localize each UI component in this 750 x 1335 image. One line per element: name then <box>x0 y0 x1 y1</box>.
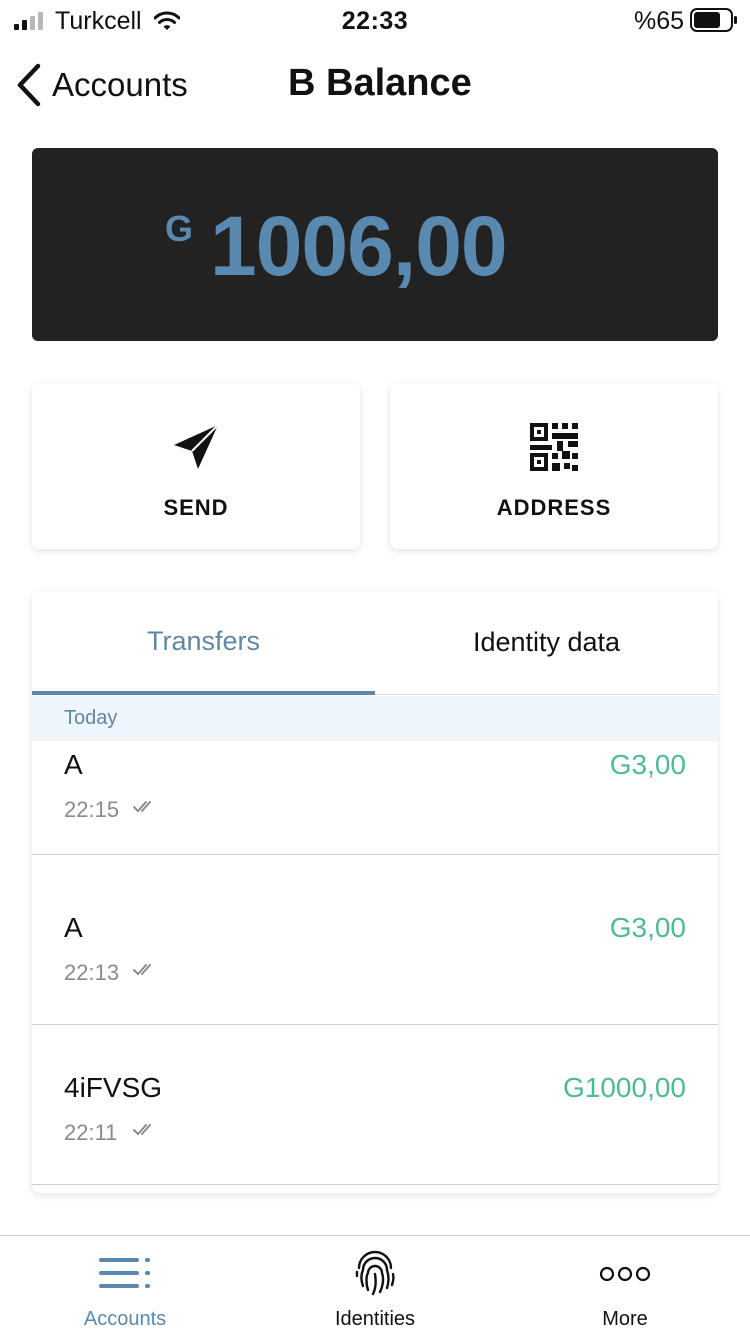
double-check-icon <box>133 964 151 976</box>
transfers-panel: Transfers Identity data Today A 22:15 G3… <box>32 591 718 1193</box>
address-label: ADDRESS <box>496 495 612 520</box>
battery-icon <box>690 8 737 32</box>
transaction-time: 22:13 <box>64 960 120 985</box>
section-header-label: Today <box>64 707 118 729</box>
balance-amount: 1006,00 <box>210 199 508 293</box>
transaction-name: 4iFVSG <box>64 1072 163 1103</box>
list-icon <box>99 1258 150 1288</box>
transaction-name: A <box>64 749 83 780</box>
tab-identity-data-label: Identity data <box>472 627 621 657</box>
bottom-tab-bar: Accounts Identities More <box>0 1235 750 1335</box>
tabbar-label-accounts: Accounts <box>83 1308 167 1330</box>
status-bar: Turkcell 22:33 %65 <box>0 0 750 42</box>
tab-transfers-label: Transfers <box>146 625 261 656</box>
currency-symbol: G <box>165 208 194 249</box>
tab-transfers[interactable]: Transfers <box>32 591 375 695</box>
transaction-row[interactable]: A 22:15 G3,00 <box>32 741 718 855</box>
transaction-time: 22:11 <box>64 1120 118 1145</box>
tabbar-item-accounts[interactable]: Accounts <box>0 1236 250 1335</box>
chevron-left-icon <box>17 63 41 107</box>
back-label: Accounts <box>52 66 188 103</box>
fingerprint-icon <box>355 1250 395 1296</box>
battery-percent: %65 <box>634 7 685 35</box>
transaction-name: A <box>64 912 83 943</box>
transaction-amount: G3,00 <box>609 749 686 780</box>
tabbar-label-more: More <box>602 1308 648 1330</box>
send-button[interactable]: SEND <box>32 383 360 549</box>
transaction-row[interactable]: 4iFVSG 22:11 G1000,00 <box>32 1024 718 1185</box>
double-check-icon <box>133 1124 151 1136</box>
tabbar-item-identities[interactable]: Identities <box>250 1236 500 1335</box>
back-button[interactable]: Accounts <box>14 60 188 110</box>
section-header-today: Today <box>32 696 718 741</box>
send-label: SEND <box>163 495 229 520</box>
transaction-amount: G3,00 <box>609 912 686 943</box>
send-icon <box>174 424 219 469</box>
qr-code-icon <box>530 423 578 471</box>
tabbar-label-identities: Identities <box>334 1308 416 1330</box>
tabbar-item-more[interactable]: More <box>500 1236 750 1335</box>
double-check-icon <box>133 801 151 813</box>
transaction-time: 22:15 <box>64 797 120 822</box>
tab-identity-data[interactable]: Identity data <box>375 591 718 695</box>
more-dots-icon <box>599 1266 651 1282</box>
address-button[interactable]: ADDRESS <box>390 383 718 549</box>
transaction-amount: G1000,00 <box>563 1072 686 1103</box>
page-title: B Balance <box>288 62 472 104</box>
transaction-row[interactable]: A 22:13 G3,00 <box>32 864 718 1025</box>
balance-card: G 1006,00 <box>32 148 718 341</box>
